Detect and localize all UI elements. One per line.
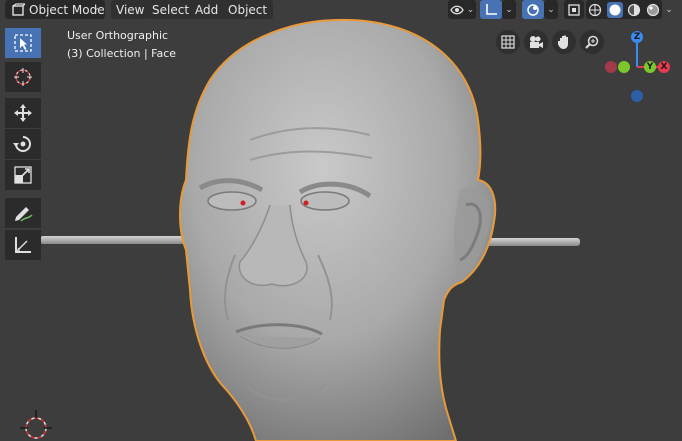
axis-y-handle[interactable]: Y [644,61,656,73]
camera-icon [530,36,543,48]
measure-tool[interactable] [5,230,41,260]
axis-x-handle[interactable]: X [658,61,670,73]
3d-viewport[interactable] [0,0,682,441]
shading-dropdown[interactable]: ⌄ [662,0,676,19]
chevron-down-icon: ⌄ [466,4,475,15]
axis-neg-z-handle[interactable] [631,90,643,102]
select-box-icon [14,34,32,52]
navigation-gizmo[interactable]: Z Y X [600,26,682,106]
scale-icon [14,166,32,184]
viewport-header: Object Mode ⌄ View Select Add Object ⌄ ⌄… [0,0,682,20]
hand-icon [558,35,568,49]
overlay-icon [527,3,539,16]
zoom-icon [585,35,599,49]
viewport-scene [20,18,580,441]
xray-toggle[interactable] [564,0,584,19]
rotate-tool[interactable] [5,129,41,159]
menu-object[interactable]: Object [223,0,273,19]
rendered-shading-icon[interactable] [646,3,660,17]
axis-z-handle[interactable]: Z [631,31,643,43]
rod-left [40,236,190,244]
move-icon [14,104,32,122]
material-shading-icon[interactable] [627,3,641,17]
xray-icon [568,3,580,16]
cursor-tool[interactable] [5,62,41,92]
3d-cursor [20,410,52,439]
menu-view[interactable]: View [111,0,149,19]
overlay-toggle[interactable] [522,0,544,19]
axis-z-label: Z [633,32,641,42]
solid-shading-icon[interactable] [606,1,623,18]
gizmo-toggle[interactable] [480,0,502,19]
scale-tool[interactable] [5,160,41,190]
overlay-dropdown[interactable]: ⌄ [544,0,558,19]
axis-x-label: X [660,62,668,72]
measure-icon [15,237,31,253]
gizmo-icon [486,3,497,15]
shading-mode-group [586,0,662,19]
axis-neg-y-handle[interactable] [618,61,630,73]
grid-icon [501,35,515,49]
rotate-icon [13,136,31,152]
visibility-dropdown[interactable]: ⌄ [448,0,476,19]
move-tool[interactable] [5,98,41,128]
axis-y-label: Y [646,62,654,72]
collection-info-label: (3) Collection | Face [67,47,177,60]
wireframe-shading-icon[interactable] [588,3,602,17]
eye-icon [449,5,464,14]
camera-view-button[interactable] [524,30,548,54]
select-box-tool[interactable] [5,28,41,58]
annotate-icon [15,207,33,222]
chevron-down-icon: ⌄ [505,4,513,15]
annotate-tool[interactable] [5,198,41,228]
gizmo-dropdown[interactable]: ⌄ [502,0,516,19]
chevron-down-icon: ⌄ [92,3,100,13]
toggle-quad-view-button[interactable] [496,30,520,54]
chevron-down-icon: ⌄ [547,4,555,15]
chevron-down-icon: ⌄ [665,4,673,15]
object-mode-dropdown[interactable]: Object Mode ⌄ [5,0,105,19]
object-mode-icon [11,2,27,17]
menu-add[interactable]: Add [190,0,227,19]
view-name-label: User Orthographic [67,29,169,42]
menu-select[interactable]: Select [147,0,195,19]
head-mesh [179,18,497,441]
axis-neg-x-handle[interactable] [605,61,617,73]
pan-view-button[interactable] [552,30,576,54]
cursor-icon [14,68,32,86]
